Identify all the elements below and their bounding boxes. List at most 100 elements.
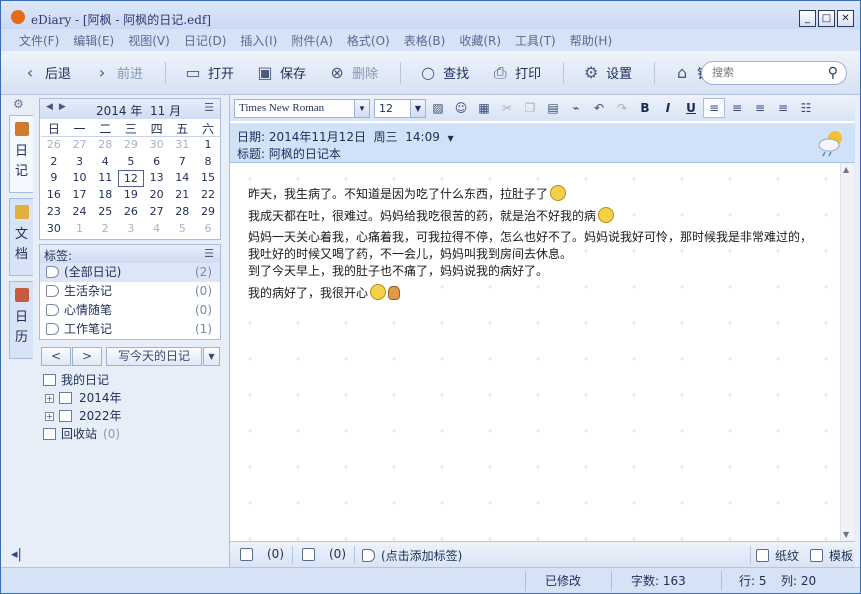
- calendar-day[interactable]: 3: [118, 221, 144, 238]
- calendar-day[interactable]: 20: [144, 187, 170, 204]
- calendar-day[interactable]: 22: [195, 187, 221, 204]
- template-button[interactable]: 模板: [810, 547, 853, 564]
- calendar-day[interactable]: 9: [41, 170, 67, 187]
- calendar-day[interactable]: 28: [92, 137, 118, 154]
- scroll-down-icon[interactable]: ▼: [843, 530, 849, 539]
- menu-insert[interactable]: 插入(I): [240, 29, 277, 51]
- settings-button[interactable]: ⚙ 设置: [582, 63, 632, 82]
- calendar-day[interactable]: 18: [92, 187, 118, 204]
- calendar-day[interactable]: 27: [67, 137, 93, 154]
- entry-title-row[interactable]: 标题: 阿枫的日记本: [237, 145, 341, 162]
- calendar-day[interactable]: 11: [92, 170, 118, 187]
- calendar-day-selected[interactable]: 12: [118, 170, 144, 188]
- tab-documents[interactable]: 文档: [9, 198, 33, 276]
- font-family-select[interactable]: Times New Roman ▼: [234, 98, 370, 118]
- attachments-button[interactable]: (0): [240, 547, 284, 561]
- calendar-day[interactable]: 14: [169, 170, 195, 187]
- align-justify-icon[interactable]: ≡: [772, 98, 794, 118]
- calendar-day[interactable]: 24: [67, 204, 93, 221]
- calendar-day[interactable]: 13: [144, 170, 170, 187]
- entry-date-row[interactable]: 日期: 2014年11月12日 周三 14:09 ▼: [237, 128, 454, 145]
- calendar-day[interactable]: 30: [144, 137, 170, 154]
- cut-icon[interactable]: ✂: [496, 98, 518, 118]
- month-nav-icon[interactable]: ◀▶: [46, 102, 72, 112]
- undo-icon[interactable]: ↶: [588, 98, 610, 118]
- menu-file[interactable]: 文件(F): [19, 29, 59, 51]
- tag-life[interactable]: 生活杂记 (0): [40, 282, 220, 301]
- insert-image-icon[interactable]: ▨: [427, 98, 449, 118]
- menu-icon[interactable]: ☰: [204, 101, 214, 114]
- calendar-day[interactable]: 15: [195, 170, 221, 187]
- collapse-panel-icon[interactable]: ◂|: [11, 547, 22, 562]
- calendar-day[interactable]: 6: [144, 154, 170, 171]
- gear-icon[interactable]: ⚙: [13, 97, 24, 111]
- delete-button[interactable]: ⊗ 删除: [328, 63, 378, 82]
- tab-calendar[interactable]: 日历: [9, 281, 33, 359]
- calendar-day[interactable]: 19: [118, 187, 144, 204]
- menu-icon[interactable]: ☰: [204, 247, 214, 260]
- calendar-day[interactable]: 10: [67, 170, 93, 187]
- list-icon[interactable]: ☷: [795, 98, 817, 118]
- calendar-day[interactable]: 29: [195, 204, 221, 221]
- menu-tools[interactable]: 工具(T): [515, 29, 556, 51]
- align-center-icon[interactable]: ≡: [726, 98, 748, 118]
- align-left-icon[interactable]: ≡: [703, 98, 725, 118]
- calendar-day[interactable]: 29: [118, 137, 144, 154]
- tree-root[interactable]: 我的日记: [39, 371, 221, 389]
- calendar-day[interactable]: 2: [41, 154, 67, 171]
- menu-edit[interactable]: 编辑(E): [73, 29, 114, 51]
- search-input[interactable]: [712, 66, 822, 79]
- font-size-select[interactable]: 12 ▼: [374, 98, 426, 118]
- open-button[interactable]: ▭ 打开: [184, 63, 234, 82]
- close-button[interactable]: ✕: [837, 10, 854, 27]
- calendar-day[interactable]: 1: [67, 221, 93, 238]
- calendar-day[interactable]: 30: [41, 221, 67, 238]
- calendar-day[interactable]: 1: [195, 137, 221, 154]
- calendar-day[interactable]: 5: [169, 221, 195, 238]
- tree-year-2014[interactable]: +2014年: [39, 389, 221, 407]
- add-tag-button[interactable]: (点击添加标签): [362, 547, 462, 564]
- calendar-day[interactable]: 7: [169, 154, 195, 171]
- calendar-day[interactable]: 23: [41, 204, 67, 221]
- calendar-day[interactable]: 28: [169, 204, 195, 221]
- calendar-day[interactable]: 21: [169, 187, 195, 204]
- next-entry-button[interactable]: >: [72, 347, 102, 366]
- weather-icon[interactable]: [815, 127, 849, 157]
- calendar-day[interactable]: 4: [144, 221, 170, 238]
- copy-icon[interactable]: ❐: [519, 98, 541, 118]
- menu-view[interactable]: 视图(V): [128, 29, 170, 51]
- forward-button[interactable]: › 前进: [93, 63, 143, 82]
- format-brush-icon[interactable]: ⌁: [565, 98, 587, 118]
- calendar-day[interactable]: 17: [67, 187, 93, 204]
- calendar-day[interactable]: 26: [118, 204, 144, 221]
- insert-date-icon[interactable]: ▦: [473, 98, 495, 118]
- maximize-button[interactable]: □: [818, 10, 835, 27]
- calendar-day[interactable]: 16: [41, 187, 67, 204]
- align-right-icon[interactable]: ≡: [749, 98, 771, 118]
- calendar-day[interactable]: 31: [169, 137, 195, 154]
- italic-icon[interactable]: I: [657, 98, 679, 118]
- prev-entry-button[interactable]: <: [41, 347, 71, 366]
- comments-button[interactable]: (0): [302, 547, 346, 561]
- calendar-day[interactable]: 2: [92, 221, 118, 238]
- tree-year-2022[interactable]: +2022年: [39, 407, 221, 425]
- menu-favorites[interactable]: 收藏(R): [459, 29, 501, 51]
- calendar-day[interactable]: 8: [195, 154, 221, 171]
- paper-texture-button[interactable]: 纸纹: [756, 547, 799, 564]
- menu-table[interactable]: 表格(B): [404, 29, 446, 51]
- print-button[interactable]: ⎙ 打印: [491, 63, 541, 83]
- tree-recycle-bin[interactable]: 回收站 (0): [39, 425, 221, 443]
- menu-format[interactable]: 格式(O): [347, 29, 390, 51]
- redo-icon[interactable]: ↷: [611, 98, 633, 118]
- calendar-day[interactable]: 26: [41, 137, 67, 154]
- search-icon[interactable]: ⚲: [828, 65, 838, 81]
- scroll-up-icon[interactable]: ▲: [843, 165, 849, 174]
- write-today-button[interactable]: 写今天的日记: [106, 347, 202, 366]
- calendar-day[interactable]: 3: [67, 154, 93, 171]
- underline-icon[interactable]: U: [680, 98, 702, 118]
- tag-all-diaries[interactable]: (全部日记) (2): [40, 263, 220, 282]
- write-today-dropdown[interactable]: ▼: [203, 347, 220, 366]
- calendar-day[interactable]: 27: [144, 204, 170, 221]
- calendar-day[interactable]: 6: [195, 221, 221, 238]
- calendar-month-year[interactable]: 2014 年 11 月: [96, 102, 181, 119]
